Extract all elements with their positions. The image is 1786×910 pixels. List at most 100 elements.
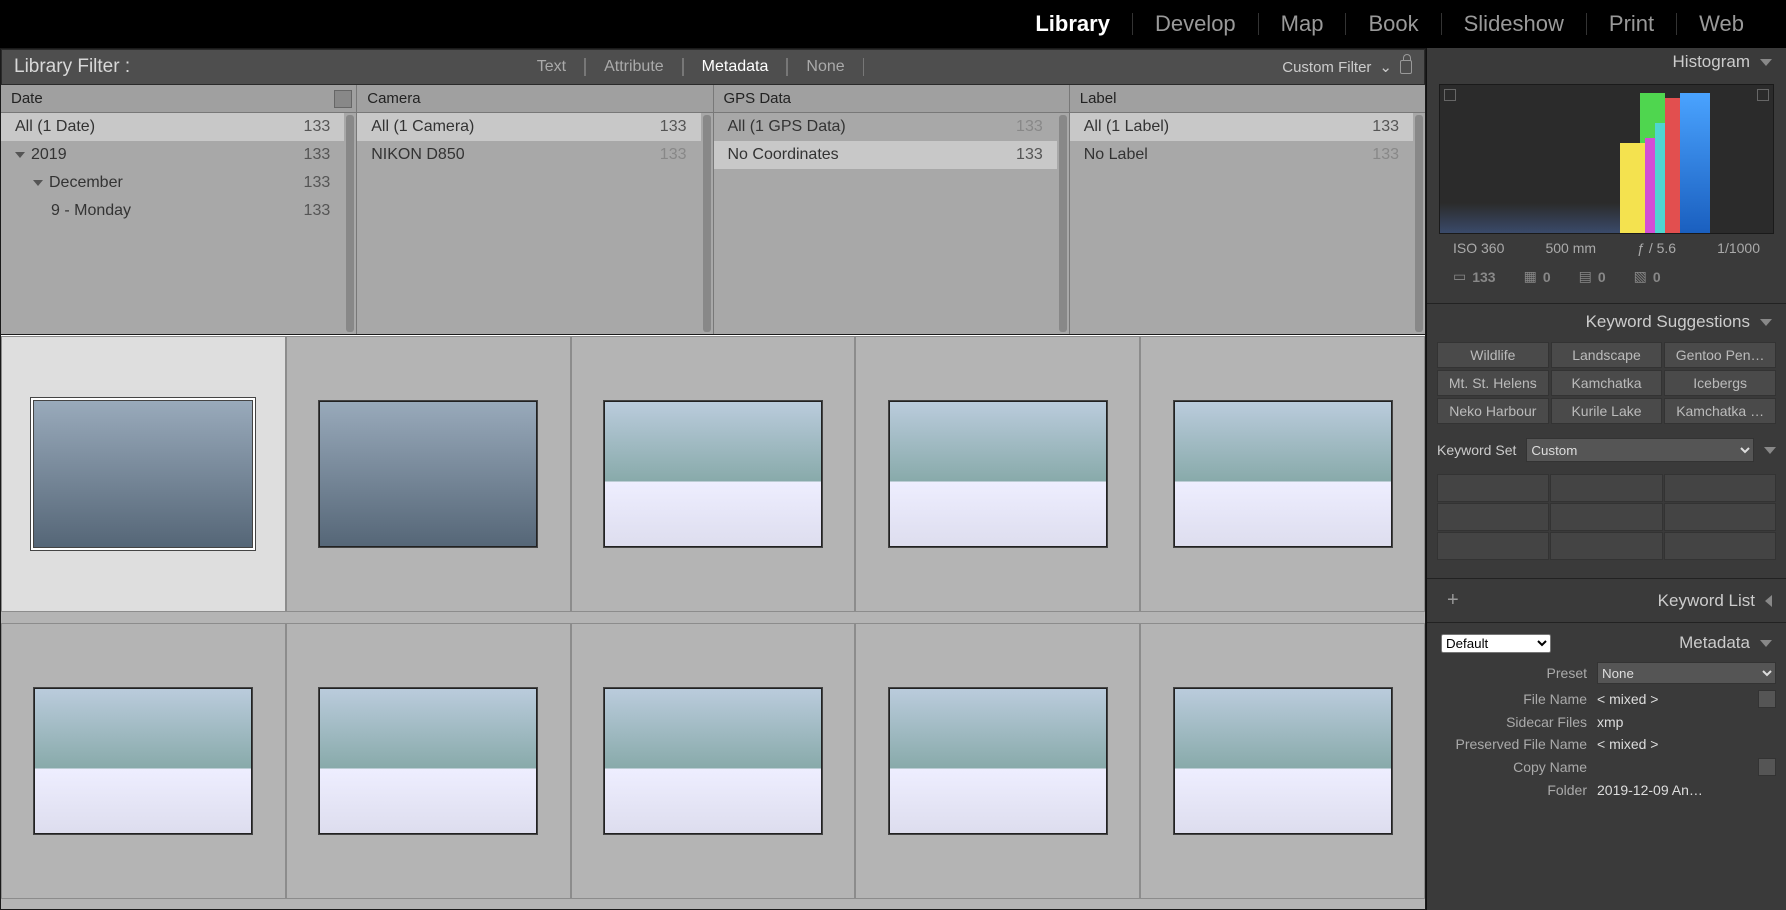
filter-column-header[interactable]: Camera	[357, 85, 712, 113]
filter-row[interactable]: 2019133	[1, 141, 344, 169]
disclosure-triangle-icon[interactable]	[33, 180, 43, 186]
scrollbar[interactable]	[703, 115, 711, 332]
dropdown-icon: ⌄	[1379, 58, 1392, 76]
filter-row[interactable]: All (1 GPS Data)133	[714, 113, 1057, 141]
filter-column-gps-data: GPS DataAll (1 GPS Data)133No Coordinate…	[714, 85, 1070, 334]
filter-row[interactable]: December133	[1, 169, 344, 197]
thumbnail[interactable]	[1173, 687, 1393, 835]
keyword-suggestion-grid: WildlifeLandscapeGentoo Pen… Mt. St. Hele…	[1437, 342, 1776, 424]
thumbnail[interactable]	[603, 400, 823, 548]
module-tab-web[interactable]: Web	[1677, 13, 1766, 35]
thumbnail[interactable]	[888, 687, 1108, 835]
filter-column-header[interactable]: Date	[1, 85, 356, 113]
metadata-field-sidecar-files: Sidecar Filesxmp	[1437, 711, 1776, 733]
keyword-suggestion[interactable]: Kamchatka	[1551, 370, 1663, 396]
keyword-suggestion[interactable]: Gentoo Pen…	[1664, 342, 1776, 368]
grid-cell[interactable]	[855, 623, 1140, 899]
module-tab-library[interactable]: Library	[1013, 13, 1133, 35]
filter-tab-metadata[interactable]: Metadata	[683, 58, 788, 76]
keyword-suggestion[interactable]: Icebergs	[1664, 370, 1776, 396]
grid-cell[interactable]	[571, 623, 856, 899]
filter-row[interactable]: All (1 Date)133	[1, 113, 344, 141]
metadata-value[interactable]: 2019-12-09 An…	[1597, 782, 1776, 798]
chevron-down-icon	[1760, 319, 1772, 326]
thumbnail-grid[interactable]	[1, 335, 1425, 909]
lock-icon[interactable]	[1400, 60, 1412, 74]
grid-cell[interactable]	[1140, 623, 1425, 899]
keyword-set-grid	[1437, 474, 1776, 560]
scrollbar[interactable]	[1059, 115, 1067, 332]
keyword-suggestion[interactable]: Kurile Lake	[1551, 398, 1663, 424]
add-keyword-button[interactable]: +	[1441, 589, 1459, 612]
filter-row[interactable]: NIKON D850133	[357, 141, 700, 169]
chevron-down-icon	[1760, 59, 1772, 66]
grid-cell[interactable]	[1140, 336, 1425, 612]
keyword-suggestion[interactable]: Neko Harbour	[1437, 398, 1549, 424]
filter-tab-attribute[interactable]: Attribute	[585, 58, 683, 76]
thumbnail[interactable]	[318, 687, 538, 835]
keyword-set-row: Keyword Set Custom	[1427, 430, 1786, 470]
thumbnail[interactable]	[33, 400, 253, 548]
metadata-fields: Preset None File Name< mixed >Sidecar Fi…	[1427, 659, 1786, 801]
keyword-suggestion[interactable]: Mt. St. Helens	[1437, 370, 1549, 396]
keyword-set-select[interactable]: Custom	[1526, 438, 1754, 462]
chevron-left-icon	[1765, 595, 1772, 607]
grid-cell[interactable]	[286, 336, 571, 612]
scrollbar[interactable]	[346, 115, 354, 332]
filter-column-header[interactable]: Label	[1070, 85, 1425, 113]
histogram-display	[1439, 84, 1774, 234]
chevron-down-icon	[1760, 640, 1772, 647]
grid-cell[interactable]	[286, 623, 571, 899]
module-tab-develop[interactable]: Develop	[1133, 13, 1259, 35]
module-tab-map[interactable]: Map	[1259, 13, 1347, 35]
module-tab-book[interactable]: Book	[1346, 13, 1441, 35]
metadata-action-button[interactable]	[1758, 690, 1776, 708]
thumbnail[interactable]	[33, 687, 253, 835]
grid-cell[interactable]	[1, 623, 286, 899]
right-panel: Histogram ISO 360 500 mm ƒ / 5.6 1/1000	[1426, 48, 1786, 910]
module-tab-slideshow[interactable]: Slideshow	[1442, 13, 1587, 35]
keyword-suggestion[interactable]: Wildlife	[1437, 342, 1549, 368]
photo-counts: ▭ 133 ▦ 0 ▤ 0 ▧ 0	[1439, 262, 1774, 291]
filter-column-label: LabelAll (1 Label)133No Label133	[1070, 85, 1425, 334]
thumbnail[interactable]	[888, 400, 1108, 548]
filter-column-header[interactable]: GPS Data	[714, 85, 1069, 113]
metadata-value[interactable]: < mixed >	[1597, 736, 1776, 752]
filter-title: Library Filter :	[14, 56, 130, 78]
scrollbar[interactable]	[1415, 115, 1423, 332]
metadata-preset-select[interactable]: None	[1597, 662, 1776, 684]
metadata-field-file-name: File Name< mixed >	[1437, 687, 1776, 711]
thumbnail[interactable]	[318, 400, 538, 548]
column-menu-button[interactable]	[334, 90, 352, 108]
library-filter-bar: Library Filter : TextAttributeMetadataNo…	[1, 49, 1425, 85]
filter-row[interactable]: All (1 Label)133	[1070, 113, 1413, 141]
metadata-panel-header[interactable]: Default Metadata	[1427, 627, 1786, 659]
disclosure-triangle-icon[interactable]	[15, 152, 25, 158]
filter-row[interactable]: 9 - Monday133	[1, 197, 344, 225]
keyword-suggestion[interactable]: Landscape	[1551, 342, 1663, 368]
grid-cell[interactable]	[1, 336, 286, 612]
metadata-value[interactable]: xmp	[1597, 714, 1776, 730]
grid-cell[interactable]	[855, 336, 1140, 612]
thumbnail[interactable]	[603, 687, 823, 835]
filter-tab-text[interactable]: Text	[519, 58, 585, 76]
metadata-value[interactable]: < mixed >	[1597, 691, 1752, 707]
grid-cell[interactable]	[571, 336, 856, 612]
metadata-action-button[interactable]	[1758, 758, 1776, 776]
filter-column-camera: CameraAll (1 Camera)133NIKON D850133	[357, 85, 713, 334]
filter-tab-none[interactable]: None	[787, 58, 863, 76]
keyword-list-header[interactable]: + Keyword List	[1427, 583, 1786, 618]
metadata-view-select[interactable]: Default	[1441, 634, 1551, 653]
histogram-header[interactable]: Histogram	[1427, 48, 1786, 76]
module-tab-print[interactable]: Print	[1587, 13, 1677, 35]
shadow-clip-icon[interactable]	[1444, 89, 1456, 101]
filter-row[interactable]: All (1 Camera)133	[357, 113, 700, 141]
keyword-suggestion[interactable]: Kamchatka …	[1664, 398, 1776, 424]
filter-row[interactable]: No Coordinates133	[714, 141, 1057, 169]
highlight-clip-icon[interactable]	[1757, 89, 1769, 101]
keyword-suggestions-header[interactable]: Keyword Suggestions	[1427, 308, 1786, 336]
filter-tabs: TextAttributeMetadataNone	[519, 58, 864, 76]
custom-filter-dropdown[interactable]: Custom Filter ⌄	[1252, 58, 1412, 76]
filter-row[interactable]: No Label133	[1070, 141, 1413, 169]
thumbnail[interactable]	[1173, 400, 1393, 548]
